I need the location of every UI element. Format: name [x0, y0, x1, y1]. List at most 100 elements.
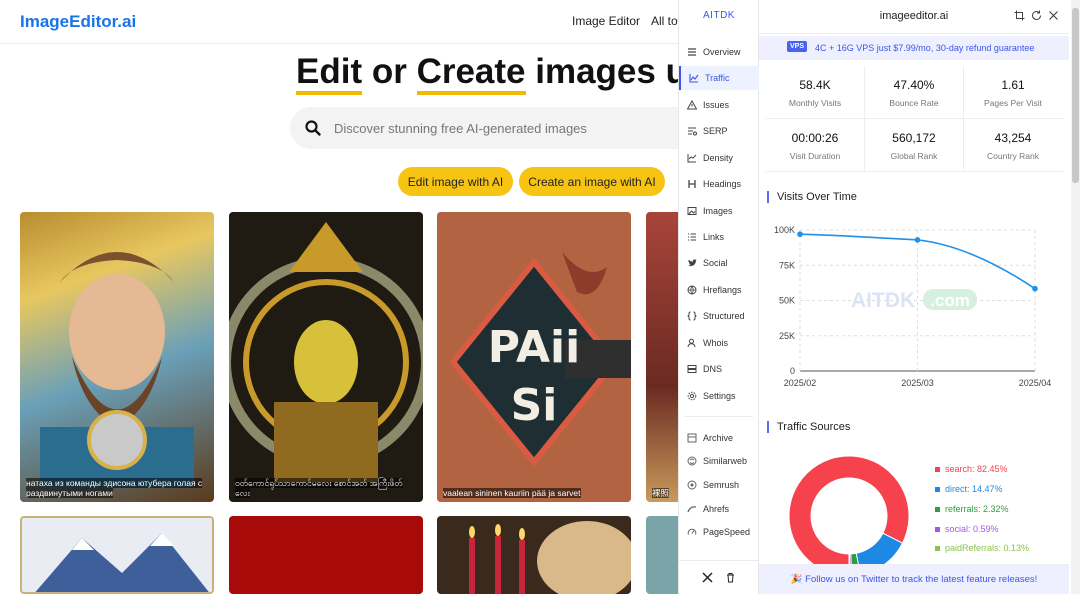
ext-nav-traffic[interactable]: Traffic: [679, 66, 759, 90]
ext-nav-density[interactable]: Density: [679, 146, 759, 170]
line-chart-icon: [689, 74, 699, 83]
search-input[interactable]: [334, 117, 674, 139]
stats-divider: [963, 119, 964, 171]
extension-sidebar-footer: [679, 560, 759, 594]
nav-all-tools[interactable]: All to: [651, 14, 678, 28]
stats-divider: [864, 66, 865, 118]
ext-nav-structured[interactable]: Structured: [679, 304, 759, 328]
visits-point: [1032, 285, 1038, 292]
y-tick-label: 75K: [779, 260, 795, 270]
image-card-mountains[interactable]: [20, 516, 214, 594]
stat-global-rank: 560,172 Global Rank: [890, 131, 938, 161]
traffic-sources-donut: [788, 455, 910, 564]
traffic-sources-title: Traffic Sources: [767, 421, 850, 433]
ext-tool-similarweb[interactable]: Similarweb: [679, 449, 759, 473]
legend-item-social[interactable]: social: 0.59%: [935, 524, 999, 534]
image-card-portrait[interactable]: натаха из команды эдисона ютубера голая …: [20, 212, 214, 502]
ext-nav-whois[interactable]: Whois: [679, 331, 759, 355]
speedometer-icon: [687, 528, 697, 535]
extension-panel: imageeditor.ai VPS 4C + 16G VPS just $7.…: [759, 0, 1080, 594]
x-twitter-icon[interactable]: [702, 572, 713, 583]
panel-scrollbar[interactable]: [1071, 0, 1080, 594]
watermark-tld: .com: [930, 291, 970, 310]
ext-nav-social[interactable]: Social: [679, 251, 759, 275]
visits-point: [797, 231, 803, 238]
image-card-candles[interactable]: [437, 516, 631, 594]
ext-nav-headings[interactable]: Headings: [679, 172, 759, 196]
ext-nav-images[interactable]: Images: [679, 199, 759, 223]
hero-word-or: or: [362, 52, 417, 91]
image-caption: 裸照: [652, 488, 670, 498]
image-search-bar: [290, 107, 710, 149]
legend-item-referrals[interactable]: referrals: 2.32%: [935, 504, 1009, 514]
legend-swatch: [935, 506, 940, 512]
hero-title: Edit or Create images us: [296, 52, 706, 95]
ext-nav-links[interactable]: Links: [679, 225, 759, 249]
warning-icon: [687, 100, 697, 110]
candles-image: [469, 521, 631, 594]
legend-swatch: [935, 466, 940, 472]
stats-divider: [765, 118, 1063, 119]
server-icon: [687, 365, 697, 373]
ext-nav-issues[interactable]: Issues: [679, 93, 759, 117]
ahrefs-icon: [687, 506, 697, 513]
ext-nav-dns[interactable]: DNS: [679, 357, 759, 381]
ext-tool-ahrefs[interactable]: Ahrefs: [679, 497, 759, 521]
list-icon: [688, 48, 696, 56]
image-caption: натаха из команды эдисона ютубера голая …: [26, 478, 203, 498]
ext-tool-semrush[interactable]: Semrush: [679, 473, 759, 497]
promo-banner[interactable]: VPS 4C + 16G VPS just $7.99/mo, 30-day r…: [759, 36, 1069, 60]
y-tick-label: 50K: [779, 296, 795, 306]
links-icon: [688, 233, 696, 241]
image-card-red[interactable]: [229, 516, 423, 594]
twitter-follow-banner[interactable]: 🎉 Follow us on Twitter to track the late…: [759, 564, 1069, 594]
nav-image-editor[interactable]: Image Editor: [572, 14, 640, 28]
scrollbar-thumb[interactable]: [1072, 8, 1079, 183]
search-icon: [305, 120, 321, 136]
refresh-icon[interactable]: [1031, 10, 1042, 21]
site-logo[interactable]: ImageEditor.ai: [20, 12, 136, 32]
user-icon: [687, 338, 696, 348]
ext-nav-serp[interactable]: SERP: [679, 119, 759, 143]
legend-label: paidReferrals: 0.13%: [945, 543, 1030, 553]
typography-image: PAii Si: [437, 212, 631, 502]
image-card-goddess[interactable]: ဝတ်ကောင်ရုပ်သာကောင်မလေး စောင်အတ် အကြီးဖိ…: [229, 212, 423, 502]
visits-over-time-title: Visits Over Time: [767, 191, 857, 203]
create-image-button[interactable]: Create an image with AI: [519, 167, 665, 196]
mountains-image: [35, 533, 209, 592]
legend-item-paidReferrals[interactable]: paidReferrals: 0.13%: [935, 543, 1029, 553]
globe-icon: [687, 285, 697, 295]
ext-nav-settings[interactable]: Settings: [679, 384, 759, 408]
portrait-image: [40, 252, 194, 487]
y-tick-label: 25K: [779, 331, 795, 341]
card-word-si: Si: [511, 380, 558, 431]
visits-point: [914, 237, 921, 243]
serp-icon: [688, 127, 697, 136]
ext-tool-archive[interactable]: Archive: [679, 426, 759, 450]
nav-divider: [685, 416, 753, 417]
crop-icon[interactable]: [1014, 10, 1025, 21]
legend-item-search[interactable]: search: 82.45%: [935, 464, 1008, 474]
stat-monthly-visits: 58.4K Monthly Visits: [788, 78, 842, 108]
edit-image-button[interactable]: Edit image with AI: [398, 167, 513, 196]
close-icon[interactable]: [1048, 10, 1059, 21]
stats-divider: [765, 171, 1063, 172]
legend-item-direct[interactable]: direct: 14.47%: [935, 484, 1003, 494]
ext-nav-overview[interactable]: Overview: [679, 40, 759, 64]
ext-tool-pagespeed[interactable]: PageSpeed: [679, 520, 759, 544]
heading-icon: [688, 180, 696, 188]
legend-label: social: 0.59%: [945, 524, 999, 534]
twitter-bird-icon: [688, 259, 697, 267]
visits-chart: 0 25K 50K 75K 100K 2025/02 2025/03 2025/04 AITDK…: [759, 215, 1069, 400]
ext-nav-hreflangs[interactable]: Hreflangs: [679, 278, 759, 302]
extension-sidebar: AITDK Overview Traffic Issues SERP Densi…: [678, 0, 759, 594]
panel-header: imageeditor.ai: [759, 0, 1069, 34]
legend-label: search: 82.45%: [945, 464, 1008, 474]
legend-label: referrals: 2.32%: [945, 504, 1009, 514]
image-card-typography[interactable]: PAii Si vaalean sininen kauriin pää ja s…: [437, 212, 631, 502]
trash-icon[interactable]: [725, 572, 736, 583]
stats-divider: [963, 66, 964, 118]
card-word-paii: PAii: [488, 322, 580, 373]
panel-actions: [1014, 10, 1059, 21]
braces-icon: [687, 311, 697, 321]
